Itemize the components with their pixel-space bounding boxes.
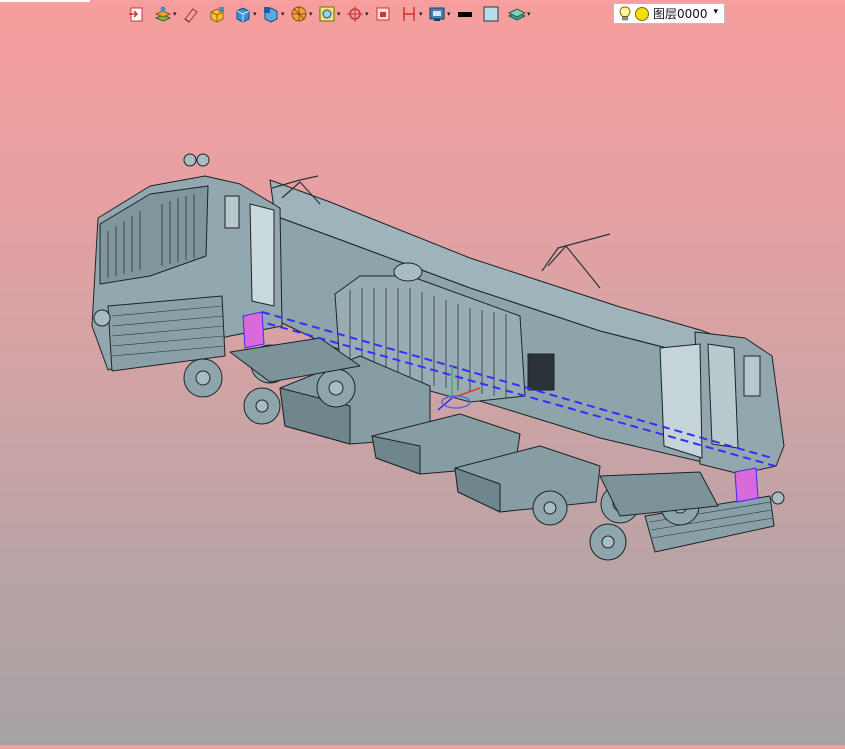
box-edit-icon <box>210 7 224 23</box>
dimension-icon <box>403 7 415 21</box>
layer-name: 图层0000 <box>653 7 708 21</box>
layers-button[interactable]: ▾ <box>154 3 180 25</box>
view-window-button[interactable] <box>374 3 398 25</box>
chevron-down-icon[interactable]: ▾ <box>419 10 426 18</box>
3d-viewport[interactable] <box>0 26 845 745</box>
sun-icon[interactable] <box>635 6 649 21</box>
dimension-button[interactable]: ▾ <box>400 3 426 25</box>
layer-stack-icon <box>508 8 526 21</box>
import-icon <box>129 7 143 22</box>
fill-color-button[interactable] <box>482 3 506 25</box>
chevron-down-icon[interactable]: ▾ <box>527 10 534 18</box>
import-button[interactable] <box>128 3 152 25</box>
fill-color-icon <box>483 6 499 22</box>
section-icon <box>291 6 307 22</box>
toolbar: ▾ ▾ ▾ ▾ ▾ ▾ ▾ ▾ ▾ <box>128 2 534 26</box>
chevron-down-icon[interactable]: ▾ <box>337 10 344 18</box>
chevron-down-icon[interactable]: ▾ <box>447 10 454 18</box>
display-mode-icon <box>429 7 445 21</box>
chevron-down-icon[interactable]: ▾ <box>309 10 316 18</box>
layers-icon <box>154 6 172 22</box>
cube-icon <box>236 7 250 23</box>
box-edit-button[interactable] <box>208 3 232 25</box>
display-mode-button[interactable]: ▾ <box>428 3 454 25</box>
snap-button[interactable]: ▾ <box>346 3 372 25</box>
top-strip <box>0 0 90 2</box>
section-button[interactable]: ▾ <box>290 3 316 25</box>
line-color-icon <box>458 12 472 17</box>
light-bulb-icon <box>619 5 631 20</box>
chevron-down-icon[interactable]: ▾ <box>253 10 260 18</box>
chevron-down-icon[interactable]: ▾ <box>713 7 718 17</box>
line-color-button[interactable] <box>456 3 480 25</box>
side-window <box>527 353 555 391</box>
layer-stack-button[interactable]: ▾ <box>508 3 534 25</box>
snap-icon <box>347 6 363 22</box>
chevron-down-icon[interactable]: ▾ <box>173 10 180 18</box>
render-cube-icon <box>264 7 278 23</box>
eraser-icon <box>184 8 198 23</box>
eraser-button[interactable] <box>182 3 206 25</box>
cube-button[interactable]: ▾ <box>234 3 260 25</box>
view-window-icon <box>376 7 390 21</box>
locomotive-model <box>91 153 785 561</box>
frame-button[interactable]: ▾ <box>318 3 344 25</box>
frame-icon <box>319 6 335 22</box>
render-cube-button[interactable]: ▾ <box>262 3 288 25</box>
chevron-down-icon[interactable]: ▾ <box>281 10 288 18</box>
chevron-down-icon[interactable]: ▾ <box>365 10 372 18</box>
layer-dropdown[interactable]: 图层0000 ▾ <box>613 3 725 24</box>
